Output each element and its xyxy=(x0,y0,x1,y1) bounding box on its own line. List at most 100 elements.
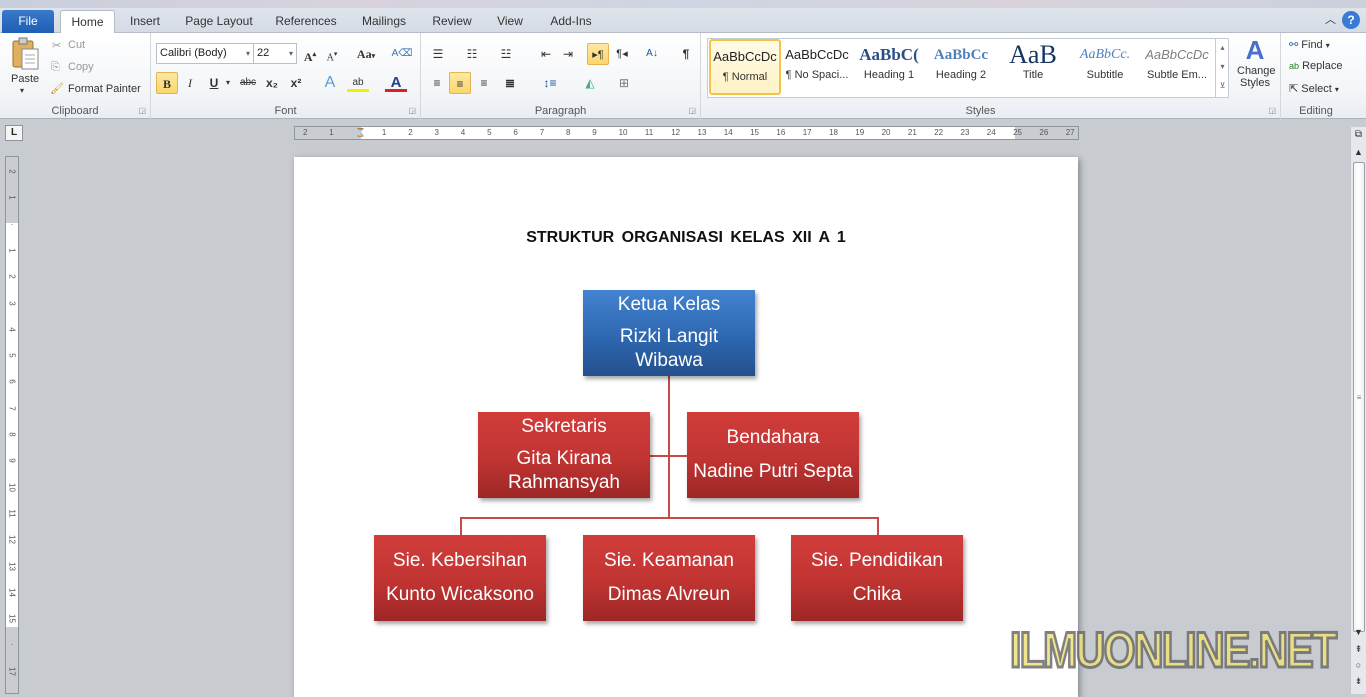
bold-button[interactable]: B xyxy=(156,72,178,94)
paste-icon[interactable] xyxy=(10,37,40,71)
tab-insert[interactable]: Insert xyxy=(120,10,170,33)
italic-button[interactable]: I xyxy=(179,72,201,94)
style-title[interactable]: AaB Title xyxy=(997,39,1069,95)
bullets-icon[interactable]: ☰ xyxy=(427,43,449,65)
scroll-up-icon[interactable]: ▲ xyxy=(1351,147,1366,157)
font-color-icon[interactable]: A xyxy=(385,72,407,92)
style-heading-2[interactable]: AaBbCc Heading 2 xyxy=(925,39,997,95)
node-name: Gita Kirana Rahmansyah xyxy=(508,448,620,493)
font-name-select[interactable]: Calibri (Body) ▾ xyxy=(156,43,254,64)
numbering-icon[interactable]: ☷ xyxy=(461,43,483,65)
align-right-icon[interactable]: ≡ xyxy=(473,72,495,94)
copy-button[interactable]: Copy xyxy=(68,61,94,73)
increase-indent-icon[interactable]: ⇥ xyxy=(557,43,579,65)
paste-button[interactable]: Paste xyxy=(11,73,39,85)
align-center-icon[interactable]: ≡ xyxy=(449,72,471,94)
tab-view[interactable]: View xyxy=(488,10,532,33)
tab-mailings[interactable]: Mailings xyxy=(352,10,416,33)
paragraph-launcher-icon[interactable]: ◲ xyxy=(688,106,696,115)
tab-page-layout[interactable]: Page Layout xyxy=(178,10,260,33)
style-preview: AaBbCcDc xyxy=(713,49,777,64)
styles-scroll[interactable]: ▴ ▾ ⊻ xyxy=(1215,38,1229,98)
watermark: ILMUONLINE.NET xyxy=(1009,621,1339,680)
show-formatting-icon[interactable]: ¶ xyxy=(675,43,697,65)
styles-launcher-icon[interactable]: ◲ xyxy=(1268,106,1276,115)
org-node-ketua[interactable]: Ketua Kelas Rizki Langit Wibawa xyxy=(583,290,755,376)
tab-add-ins[interactable]: Add-Ins xyxy=(540,10,602,33)
align-left-icon[interactable]: ≡ xyxy=(426,72,448,94)
underline-dropdown-icon[interactable]: ▾ xyxy=(223,72,233,94)
horizontal-ruler[interactable]: 2 1 ⌛ 1 2 3 4 5 6 7 8 9 10 11 12 13 14 15 16 17 18 19 20 21 22 23… xyxy=(294,126,1079,140)
ruler-tick: 4 xyxy=(7,327,17,332)
text-effects-icon[interactable]: A xyxy=(319,72,341,94)
justify-icon[interactable]: ≣ xyxy=(499,72,521,94)
style-preview: AaBbCc. xyxy=(1079,47,1131,62)
org-node-pendidikan[interactable]: Sie. Pendidikan Chika xyxy=(791,535,963,621)
tab-references[interactable]: References xyxy=(268,10,344,33)
clipboard-label: Clipboard xyxy=(51,105,99,117)
shrink-font-icon[interactable]: A▾ xyxy=(321,43,343,65)
ruler-tick: 7 xyxy=(7,405,17,411)
decrease-indent-icon[interactable]: ⇤ xyxy=(535,43,557,65)
change-styles-button[interactable]: A Change Styles xyxy=(1237,35,1276,89)
borders-icon[interactable]: ⊞ xyxy=(613,72,635,94)
org-node-sekretaris[interactable]: Sekretaris Gita Kirana Rahmansyah xyxy=(478,412,650,498)
next-page-icon[interactable]: ⇟ xyxy=(1351,676,1366,687)
rtl-icon[interactable]: ¶◂ xyxy=(611,43,633,65)
paste-dropdown-icon[interactable]: ▾ xyxy=(20,86,24,95)
replace-button[interactable]: ab Replace xyxy=(1289,60,1342,72)
style-heading-1[interactable]: AaBbC( Heading 1 xyxy=(853,39,925,95)
style-subtitle[interactable]: AaBbCc. Subtitle xyxy=(1069,39,1141,95)
ruler-toggle-icon[interactable]: ⧉ xyxy=(1351,129,1366,140)
help-icon[interactable]: ? xyxy=(1342,11,1360,29)
scroll-thumb[interactable]: ≡ xyxy=(1353,162,1365,632)
find-button[interactable]: ⚯ Find ▾ xyxy=(1289,38,1330,51)
line-spacing-icon[interactable]: ↕≡ xyxy=(539,72,561,94)
document-page[interactable]: STRUKTUR ORGANISASI KELAS XII A 1 Ketua … xyxy=(294,157,1078,697)
copy-icon: ⎘ xyxy=(51,61,60,73)
ruler-tick: 8 xyxy=(7,432,17,437)
ruler-tick: 1 xyxy=(7,248,17,253)
tab-selector[interactable]: L xyxy=(5,125,23,141)
tab-file[interactable]: File xyxy=(2,10,54,33)
vertical-scrollbar[interactable]: ⧉ ▲ ≡ ▼ ⇞ ○ ⇟ xyxy=(1350,127,1366,694)
clear-formatting-icon[interactable]: A⌫ xyxy=(391,43,413,65)
font-launcher-icon[interactable]: ◲ xyxy=(408,106,416,115)
ruler-tick: 3 xyxy=(7,300,17,306)
subscript-button[interactable]: x₂ xyxy=(261,72,283,94)
org-node-kebersihan[interactable]: Sie. Kebersihan Kunto Wicaksono xyxy=(374,535,546,621)
font-size-select[interactable]: 22 ▾ xyxy=(253,43,297,64)
cut-button[interactable]: Cut xyxy=(68,39,85,51)
style-subtle-emphasis[interactable]: AaBbCcDc Subtle Em... xyxy=(1141,39,1213,95)
clipboard-launcher-icon[interactable]: ◲ xyxy=(138,106,146,115)
underline-button[interactable]: U xyxy=(203,72,225,94)
org-node-bendahara[interactable]: Bendahara Nadine Putri Septa xyxy=(687,412,859,498)
ruler-tick: 15 xyxy=(7,614,17,624)
superscript-button[interactable]: x² xyxy=(285,72,307,94)
scroll-down-icon[interactable]: ▼ xyxy=(1351,627,1366,637)
minimize-ribbon-icon[interactable]: ︿ xyxy=(1325,11,1336,27)
highlight-color-icon[interactable]: ab xyxy=(347,72,369,92)
select-label: Select xyxy=(1301,83,1332,95)
multilevel-list-icon[interactable]: ☳ xyxy=(495,43,517,65)
ltr-icon[interactable]: ▸¶ xyxy=(587,43,609,65)
browse-object-icon[interactable]: ○ xyxy=(1351,660,1366,670)
select-button[interactable]: ⇱ Select ▾ xyxy=(1289,82,1339,95)
style-no-spacing[interactable]: AaBbCcDc ¶ No Spaci... xyxy=(781,39,853,95)
node-name: Rizki Langit Wibawa xyxy=(619,326,719,371)
strikethrough-button[interactable]: abc xyxy=(237,72,259,94)
tab-home[interactable]: Home xyxy=(60,10,115,34)
shading-icon[interactable]: ◭ xyxy=(579,72,601,94)
change-case-button[interactable]: Aa▾ xyxy=(353,43,379,65)
tab-review[interactable]: Review xyxy=(424,10,480,33)
binoculars-icon: ⚯ xyxy=(1289,39,1299,51)
org-node-keamanan[interactable]: Sie. Keamanan Dimas Alvreun xyxy=(583,535,755,621)
format-painter-button[interactable]: Format Painter xyxy=(68,83,141,95)
previous-page-icon[interactable]: ⇞ xyxy=(1351,644,1366,655)
ruler-tick: 2 xyxy=(7,169,17,174)
node-role: Sie. Kebersihan xyxy=(392,550,528,571)
style-normal[interactable]: AaBbCcDc ¶ Normal xyxy=(709,39,781,95)
vertical-ruler[interactable]: 2 1 · 1 2 3 4 5 6 7 8 9 10 11 12 13 14 15 · 17 xyxy=(5,156,19,694)
grow-font-icon[interactable]: A▴ xyxy=(299,43,321,65)
sort-icon[interactable]: A↓ xyxy=(641,43,663,65)
